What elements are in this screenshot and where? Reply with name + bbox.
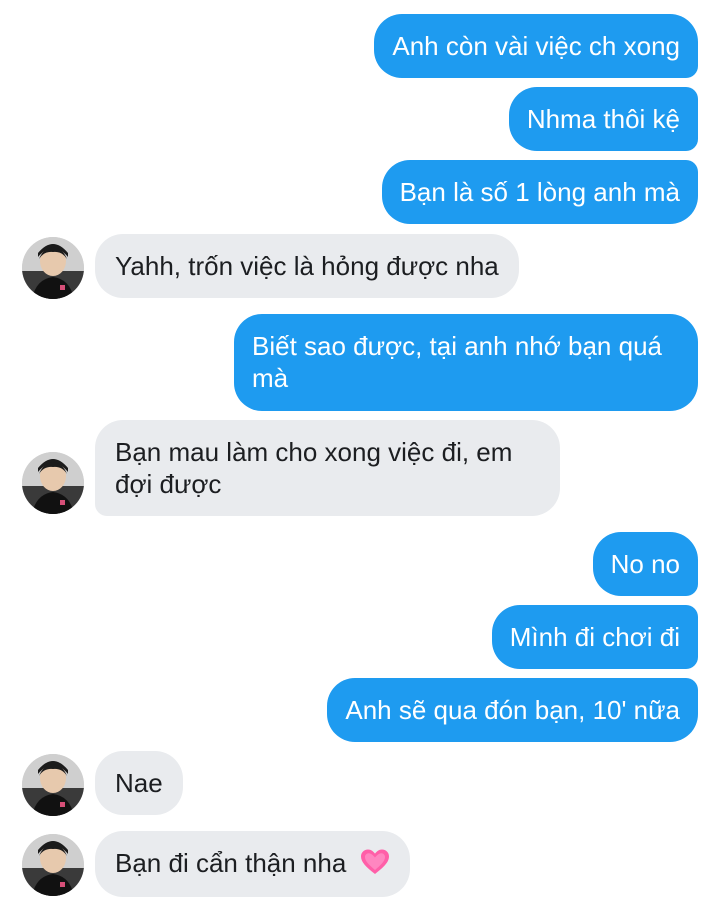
message-text: Bạn mau làm cho xong việc đi, em đợi đượ…	[115, 437, 513, 499]
avatar-image	[22, 237, 84, 299]
message-bubble-outgoing[interactable]: Anh còn vài việc ch xong	[374, 14, 698, 78]
message-bubble-outgoing[interactable]: Bạn là số 1 lòng anh mà	[381, 160, 698, 224]
message-text: Yahh, trốn việc là hỏng được nha	[115, 251, 499, 281]
avatar-image	[22, 754, 84, 816]
chat-thread[interactable]: Anh còn vài việc ch xong Nhma thôi kệ Bạ…	[0, 0, 720, 911]
contact-avatar[interactable]	[22, 452, 84, 514]
message-text: Anh còn vài việc ch xong	[392, 31, 680, 61]
message-bubble-incoming[interactable]: Bạn mau làm cho xong việc đi, em đợi đượ…	[95, 420, 560, 516]
message-bubble-outgoing[interactable]: Nhma thôi kệ	[508, 87, 698, 151]
message-bubble-outgoing[interactable]: Biết sao được, tại anh nhớ bạn quá mà	[234, 314, 698, 411]
message-text: Mình đi chơi đi	[509, 622, 680, 652]
contact-avatar[interactable]	[22, 237, 84, 299]
contact-avatar[interactable]	[22, 754, 84, 816]
pink-heart-icon	[360, 848, 390, 883]
avatar-image	[22, 452, 84, 514]
message-text: Anh sẽ qua đón bạn, 10' nữa	[345, 695, 680, 725]
message-text: Biết sao được, tại anh nhớ bạn quá mà	[252, 331, 662, 393]
avatar-image	[22, 834, 84, 896]
message-text: No no	[610, 549, 680, 579]
message-bubble-incoming[interactable]: Bạn đi cẩn thận nha	[95, 831, 410, 897]
message-text: Bạn đi cẩn thận nha	[115, 848, 347, 878]
message-bubble-incoming[interactable]: Nae	[95, 751, 183, 815]
message-bubble-outgoing[interactable]: Anh sẽ qua đón bạn, 10' nữa	[327, 678, 698, 742]
message-text: Nhma thôi kệ	[526, 104, 680, 134]
message-bubble-outgoing[interactable]: No no	[592, 532, 698, 596]
message-text: Nae	[115, 768, 163, 798]
contact-avatar[interactable]	[22, 834, 84, 896]
message-text: Bạn là số 1 lòng anh mà	[399, 177, 680, 207]
message-bubble-outgoing[interactable]: Mình đi chơi đi	[491, 605, 698, 669]
message-bubble-incoming[interactable]: Yahh, trốn việc là hỏng được nha	[95, 234, 519, 298]
